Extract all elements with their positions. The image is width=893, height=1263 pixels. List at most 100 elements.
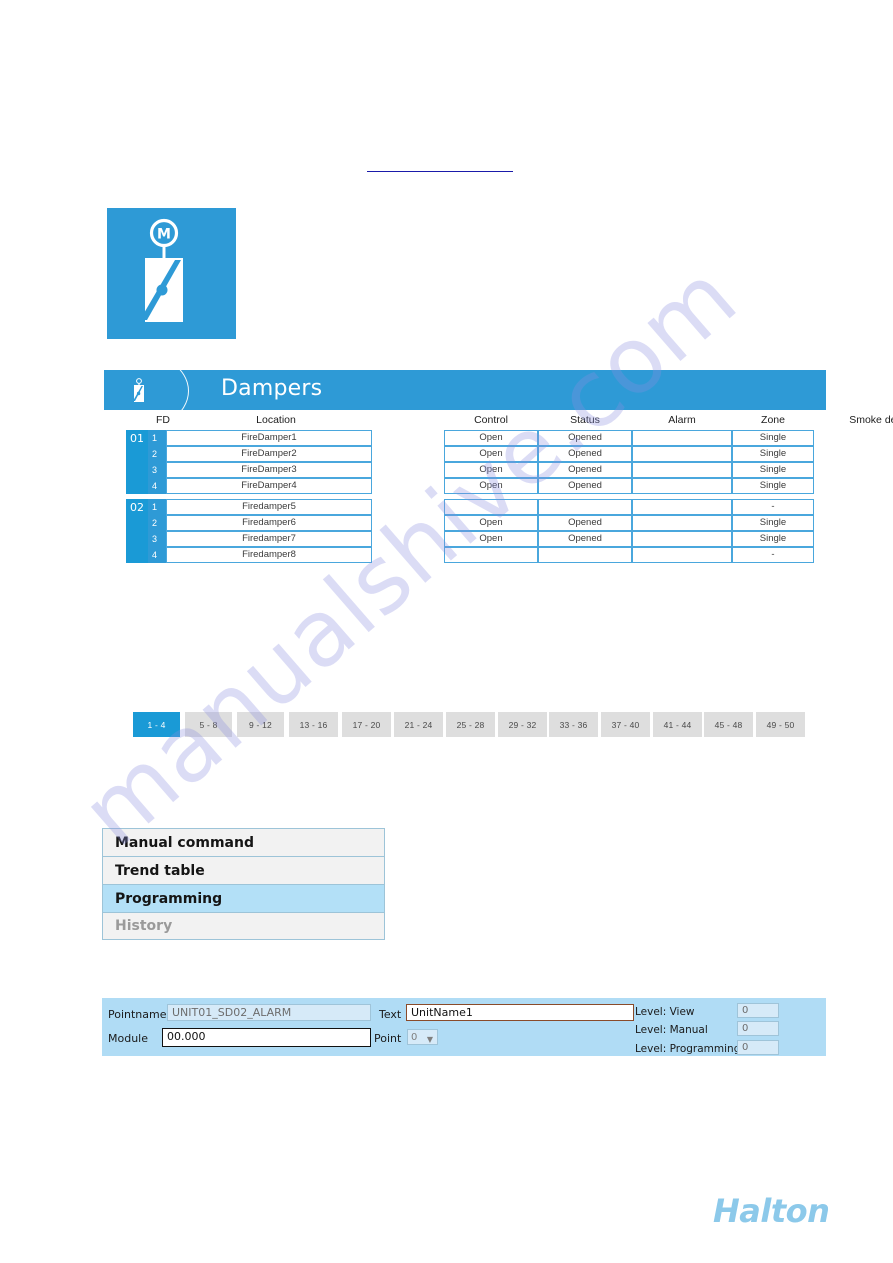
cell-control[interactable]: Open	[444, 478, 538, 494]
cell-location[interactable]: FireDamper1	[166, 430, 372, 446]
cell-location[interactable]: Firedamper6	[166, 515, 372, 531]
cell-index: 2	[148, 446, 166, 462]
column-header-control: Control	[474, 414, 508, 426]
table-group: 01 1 FireDamper1 Open Opened Single 2 Fi…	[104, 430, 826, 494]
cell-alarm[interactable]	[632, 499, 732, 515]
cell-status[interactable]: Opened	[538, 430, 632, 446]
cell-zone[interactable]: Single	[732, 430, 814, 446]
cell-zone[interactable]: Single	[732, 478, 814, 494]
cell-status[interactable]: Opened	[538, 462, 632, 478]
cell-location[interactable]: FireDamper4	[166, 478, 372, 494]
table-group: 02 1 Firedamper5 - 2 Firedamper6 Open Op…	[104, 499, 826, 563]
halton-logo: Halton	[713, 1192, 830, 1230]
cell-control[interactable]: Open	[444, 446, 538, 462]
cell-index: 1	[148, 430, 166, 446]
pagination-button-49-50[interactable]: 49 - 50	[756, 712, 805, 737]
pagination-button-5-8[interactable]: 5 - 8	[185, 712, 232, 737]
cell-control[interactable]: Open	[444, 462, 538, 478]
table-row: 3 FireDamper3 Open Opened Single	[104, 462, 826, 478]
level-manual-value[interactable]: 0	[737, 1021, 779, 1036]
cell-status[interactable]: Opened	[538, 478, 632, 494]
pagination-button-41-44[interactable]: 41 - 44	[653, 712, 702, 737]
cell-status[interactable]: Opened	[538, 446, 632, 462]
point-select-value: 0	[411, 1032, 418, 1043]
column-header-smoke-detector: Smoke detector	[849, 414, 893, 426]
module-input[interactable]: 00.000	[162, 1028, 371, 1047]
pointname-label: Pointname	[108, 1008, 167, 1021]
pagination-button-25-28[interactable]: 25 - 28	[446, 712, 495, 737]
cell-status[interactable]	[538, 499, 632, 515]
column-header-zone: Zone	[761, 414, 785, 426]
pagination-button-45-48[interactable]: 45 - 48	[704, 712, 753, 737]
cell-location[interactable]: Firedamper8	[166, 547, 372, 563]
pagination-bar: 1 - 4 5 - 8 9 - 12 13 - 16 17 - 20 21 - …	[133, 712, 833, 738]
cell-zone[interactable]: Single	[732, 462, 814, 478]
pagination-button-13-16[interactable]: 13 - 16	[289, 712, 338, 737]
level-programming-label: Level: Programming	[635, 1043, 741, 1055]
cell-location[interactable]: Firedamper7	[166, 531, 372, 547]
level-manual-label: Level: Manual	[635, 1024, 708, 1036]
level-programming-value[interactable]: 0	[737, 1040, 779, 1055]
table-row: 1 Firedamper5 -	[104, 499, 826, 515]
cell-alarm[interactable]	[632, 531, 732, 547]
cell-location[interactable]: FireDamper2	[166, 446, 372, 462]
cell-zone[interactable]: -	[732, 547, 814, 563]
cell-index: 4	[148, 478, 166, 494]
table-row: 3 Firedamper7 Open Opened Single	[104, 531, 826, 547]
cell-control[interactable]: Open	[444, 515, 538, 531]
menu-item-manual-command[interactable]: Manual command	[102, 828, 385, 856]
cell-zone[interactable]: Single	[732, 446, 814, 462]
table-row: 4 FireDamper4 Open Opened Single	[104, 478, 826, 494]
cell-control[interactable]: Open	[444, 430, 538, 446]
module-label: Module	[108, 1032, 148, 1045]
cell-alarm[interactable]	[632, 462, 732, 478]
pagination-button-9-12[interactable]: 9 - 12	[237, 712, 284, 737]
column-header-status: Status	[570, 414, 600, 426]
table-row: 1 FireDamper1 Open Opened Single	[104, 430, 826, 446]
table-row: 2 Firedamper6 Open Opened Single	[104, 515, 826, 531]
cell-control[interactable]	[444, 499, 538, 515]
column-header-fd: FD	[156, 414, 170, 426]
cell-index: 1	[148, 499, 166, 515]
point-select[interactable]: 0 ▼	[407, 1029, 438, 1045]
text-label: Text	[379, 1008, 402, 1021]
cell-status[interactable]	[538, 547, 632, 563]
command-menu: Manual command Trend table Programming H…	[102, 828, 385, 940]
cell-index: 3	[148, 531, 166, 547]
menu-item-history: History	[102, 912, 385, 940]
damper-icon	[128, 378, 150, 403]
text-input[interactable]: UnitName1	[406, 1004, 634, 1021]
menu-item-trend-table[interactable]: Trend table	[102, 856, 385, 884]
pagination-button-17-20[interactable]: 17 - 20	[342, 712, 391, 737]
cell-control[interactable]: Open	[444, 531, 538, 547]
pagination-button-1-4[interactable]: 1 - 4	[133, 712, 180, 737]
table-row: 4 Firedamper8 -	[104, 547, 826, 563]
cell-index: 3	[148, 462, 166, 478]
pagination-button-37-40[interactable]: 37 - 40	[601, 712, 650, 737]
cell-zone[interactable]: Single	[732, 531, 814, 547]
pagination-button-33-36[interactable]: 33 - 36	[549, 712, 598, 737]
table-header-row: FD Location Control Status Alarm Zone Sm…	[104, 412, 893, 430]
dampers-panel-header: Dampers	[104, 370, 826, 410]
top-link-underline	[367, 171, 513, 172]
pagination-button-29-32[interactable]: 29 - 32	[498, 712, 547, 737]
pagination-button-21-24[interactable]: 21 - 24	[394, 712, 443, 737]
cell-zone[interactable]: -	[732, 499, 814, 515]
cell-alarm[interactable]	[632, 478, 732, 494]
cell-alarm[interactable]	[632, 430, 732, 446]
cell-location[interactable]: Firedamper5	[166, 499, 372, 515]
cell-status[interactable]: Opened	[538, 531, 632, 547]
pointname-field[interactable]: UNIT01_SD02_ALARM	[167, 1004, 371, 1021]
cell-alarm[interactable]	[632, 446, 732, 462]
cell-status[interactable]: Opened	[538, 515, 632, 531]
cell-control[interactable]	[444, 547, 538, 563]
dampers-table: FD Location Control Status Alarm Zone Sm…	[104, 412, 893, 568]
cell-location[interactable]: FireDamper3	[166, 462, 372, 478]
level-view-label: Level: View	[635, 1006, 695, 1018]
cell-alarm[interactable]	[632, 515, 732, 531]
menu-item-programming[interactable]: Programming	[102, 884, 385, 912]
level-view-value[interactable]: 0	[737, 1003, 779, 1018]
column-header-alarm: Alarm	[668, 414, 696, 426]
cell-zone[interactable]: Single	[732, 515, 814, 531]
cell-alarm[interactable]	[632, 547, 732, 563]
